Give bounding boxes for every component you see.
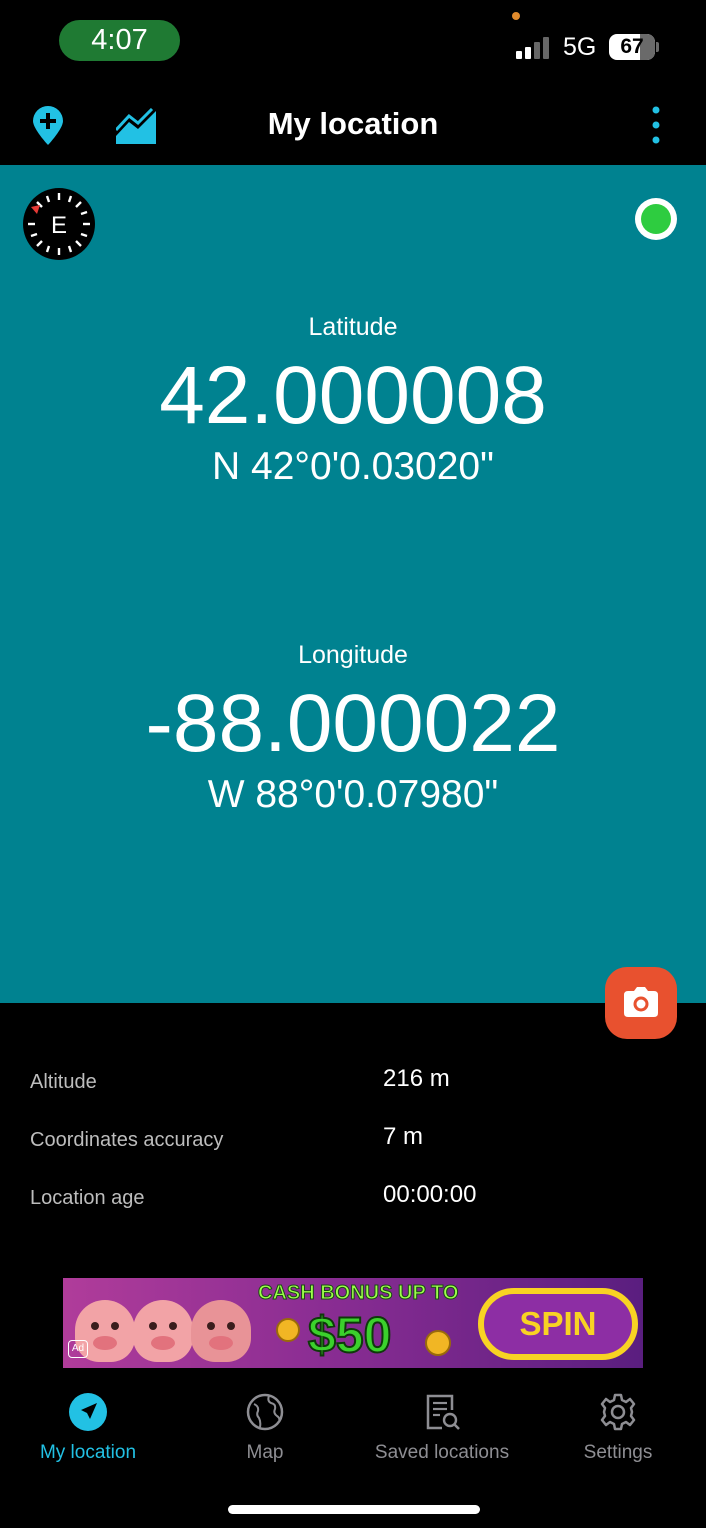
detail-row-location-age: Location age 00:00:00 [30, 1181, 680, 1221]
nav-settings[interactable]: Settings [530, 1382, 706, 1472]
detail-row-accuracy: Coordinates accuracy 7 m [30, 1123, 680, 1163]
more-vert-icon[interactable] [646, 106, 666, 146]
longitude-dms: W 88°0'0.07980" [207, 773, 499, 816]
ad-amount: $50 [307, 1306, 392, 1364]
gear-icon [600, 1393, 636, 1431]
latitude-dms: N 42°0'0.03020" [212, 445, 494, 488]
cellular-signal-icon [516, 37, 554, 59]
status-bar: 4:07 5G 67 [0, 0, 706, 90]
home-indicator [228, 1505, 480, 1514]
privacy-indicator-dot [512, 12, 520, 20]
nav-map[interactable]: Map [177, 1382, 353, 1472]
nav-label: My location [39, 1442, 137, 1463]
detail-value: 216 m [383, 1065, 450, 1092]
detail-row-altitude: Altitude 216 m [30, 1065, 680, 1105]
battery-percent: 67 [620, 35, 644, 58]
saved-list-icon [426, 1394, 460, 1430]
detail-label: Coordinates accuracy [30, 1129, 224, 1151]
app-bar: My location [0, 90, 706, 165]
nav-label: Saved locations [374, 1442, 510, 1463]
gps-status-indicator [634, 197, 678, 241]
latitude-decimal: 42.000008 [159, 350, 547, 441]
coin-image [276, 1318, 300, 1342]
status-time: 4:07 [59, 20, 180, 61]
coin-image [425, 1330, 451, 1356]
ad-banner[interactable]: Ad CASH BONUS UP TO $50 SPIN [63, 1278, 643, 1368]
globe-icon [246, 1393, 284, 1431]
nav-label: Settings [583, 1442, 653, 1463]
battery-icon: 67 [609, 34, 655, 60]
ad-headline: CASH BONUS UP TO [257, 1282, 459, 1305]
compass-heading: E [51, 212, 67, 239]
pig-image [191, 1300, 251, 1362]
longitude-label: Longitude [298, 641, 408, 669]
detail-value: 00:00:00 [383, 1181, 477, 1208]
detail-label: Location age [30, 1187, 145, 1209]
nav-saved-locations[interactable]: Saved locations [354, 1382, 530, 1472]
nav-my-location[interactable]: My location [0, 1382, 176, 1472]
latitude-label: Latitude [308, 313, 398, 341]
camera-button[interactable] [605, 967, 677, 1039]
nav-label: Map [246, 1442, 284, 1463]
network-type: 5G [563, 33, 597, 61]
detail-value: 7 m [383, 1123, 424, 1150]
bottom-nav: My location Map Saved locations Settings [0, 1382, 706, 1482]
coordinates-panel: E Latitude 42.000008 N 42°0'0.03020" Lon… [0, 165, 706, 1003]
battery-tip [656, 42, 659, 52]
ad-spin-button[interactable]: SPIN [478, 1288, 638, 1360]
detail-label: Altitude [30, 1071, 97, 1093]
compass-icon[interactable]: E [22, 187, 96, 261]
page-title: My location [267, 106, 439, 141]
longitude-decimal: -88.000022 [145, 678, 561, 769]
camera-icon [624, 987, 658, 1017]
pig-image [133, 1300, 193, 1362]
navigation-arrow-icon [69, 1393, 107, 1431]
ad-badge: Ad [68, 1340, 88, 1358]
